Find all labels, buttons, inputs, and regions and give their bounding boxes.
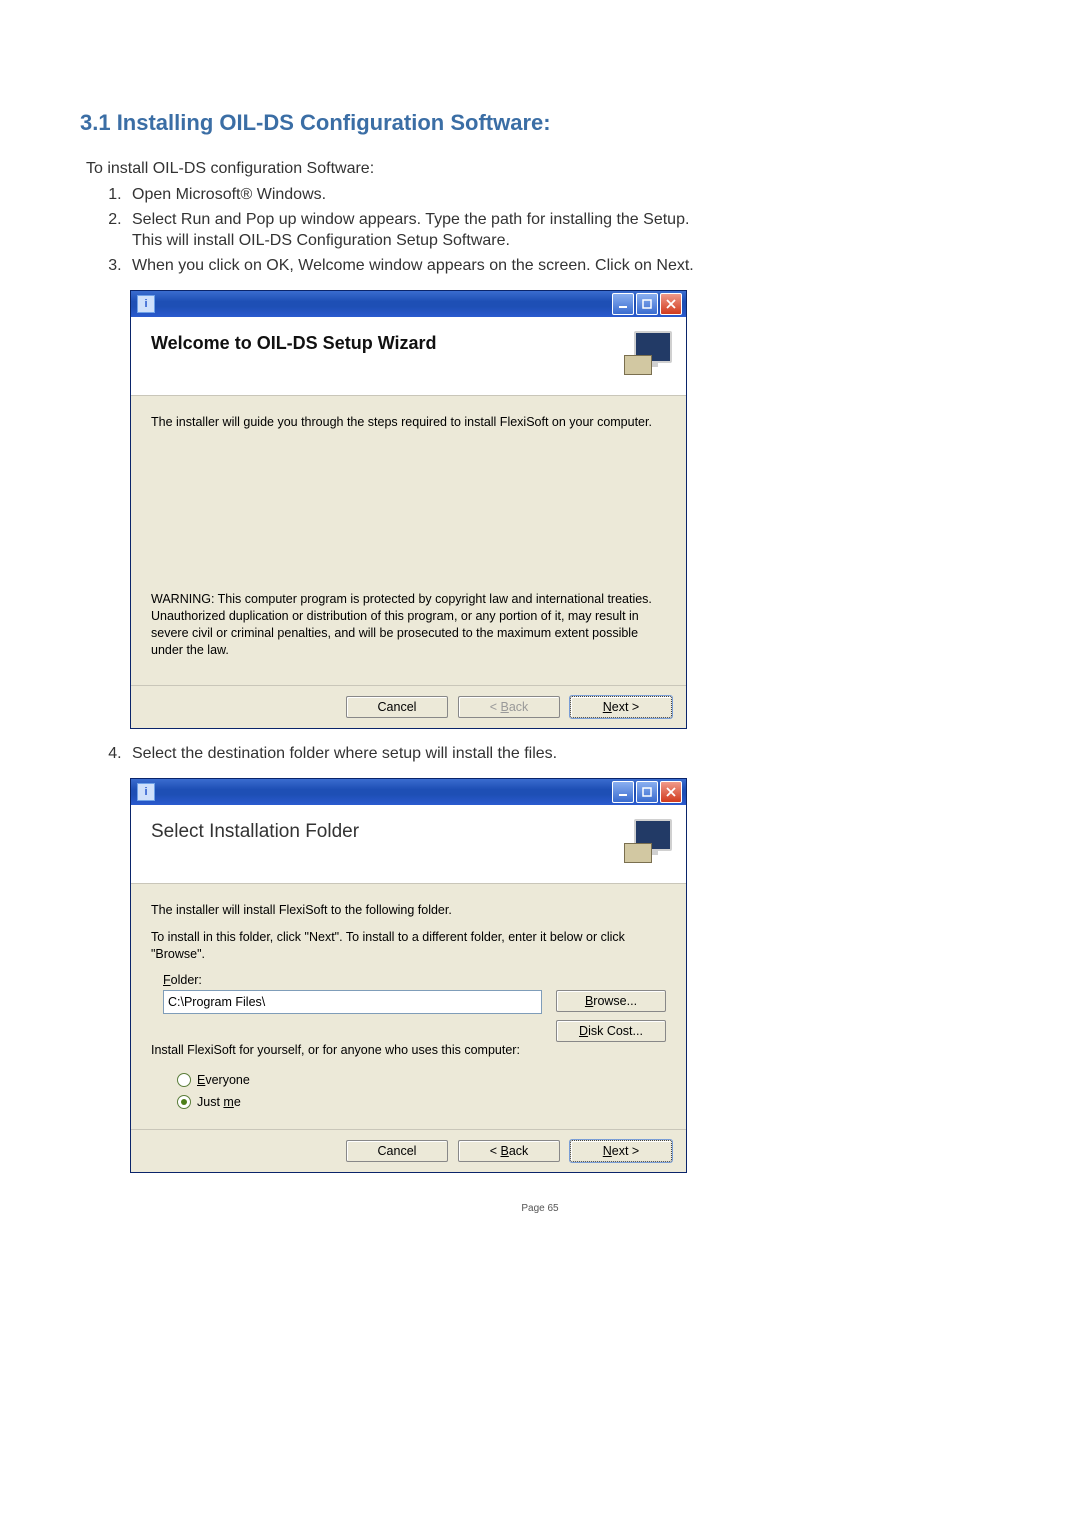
step-1: Open Microsoft® Windows. <box>126 184 1000 206</box>
intro-text: To install OIL-DS configuration Software… <box>86 160 1000 178</box>
step-3: When you click on OK, Welcome window app… <box>126 255 1000 277</box>
browse-button[interactable]: Browse... <box>556 990 666 1012</box>
page-number: Page 65 <box>80 1203 1000 1214</box>
close-button[interactable] <box>660 781 682 803</box>
body-text-1: The installer will install FlexiSoft to … <box>151 902 666 919</box>
radio-icon <box>177 1073 191 1087</box>
titlebar: i <box>131 779 686 805</box>
folder-label: Folder: <box>163 973 666 987</box>
banner-title: Select Installation Folder <box>151 821 359 843</box>
steps-list: Open Microsoft® Windows. Select Run and … <box>126 184 1000 276</box>
next-button[interactable]: Next > <box>570 1140 672 1162</box>
minimize-button[interactable] <box>612 781 634 803</box>
button-bar: Cancel < Back Next > <box>131 685 686 728</box>
body-text-2: To install in this folder, click "Next".… <box>151 929 666 963</box>
installer-logo-icon <box>624 327 674 375</box>
disk-cost-button[interactable]: Disk Cost... <box>556 1020 666 1042</box>
body-text-1: The installer will guide you through the… <box>151 414 666 431</box>
radio-icon <box>177 1095 191 1109</box>
titlebar: i <box>131 291 686 317</box>
maximize-button[interactable] <box>636 781 658 803</box>
folder-input[interactable] <box>163 990 542 1014</box>
back-button[interactable]: < Back <box>458 1140 560 1162</box>
section-heading: 3.1 Installing OIL-DS Configuration Soft… <box>80 110 1000 136</box>
install-for-radio-group: Everyone Just me <box>177 1073 666 1109</box>
installer-logo-icon <box>624 815 674 863</box>
dialog-body: The installer will guide you through the… <box>131 396 686 684</box>
step-2-line2: This will install OIL-DS Configuration S… <box>132 230 1000 252</box>
select-folder-dialog: i Select Installation Folder The install… <box>130 778 687 1173</box>
install-for-question: Install FlexiSoft for yourself, or for a… <box>151 1042 666 1059</box>
banner-title: Welcome to OIL-DS Setup Wizard <box>151 333 437 354</box>
cancel-button[interactable]: Cancel <box>346 1140 448 1162</box>
button-bar: Cancel < Back Next > <box>131 1129 686 1172</box>
warning-text: WARNING: This computer program is protec… <box>151 591 666 659</box>
step-2-line1: Select Run and Pop up window appears. Ty… <box>132 209 1000 231</box>
steps-list-2: Select the destination folder where setu… <box>126 743 1000 765</box>
step-4: Select the destination folder where setu… <box>126 743 1000 765</box>
banner: Welcome to OIL-DS Setup Wizard <box>131 317 686 396</box>
cancel-button[interactable]: Cancel <box>346 696 448 718</box>
next-button[interactable]: Next > <box>570 696 672 718</box>
dialog-body: The installer will install FlexiSoft to … <box>131 884 686 1129</box>
banner: Select Installation Folder <box>131 805 686 884</box>
minimize-button[interactable] <box>612 293 634 315</box>
welcome-dialog: i Welcome to OIL-DS Setup Wizard The ins… <box>130 290 687 728</box>
radio-everyone[interactable]: Everyone <box>177 1073 666 1087</box>
back-button: < Back <box>458 696 560 718</box>
maximize-button[interactable] <box>636 293 658 315</box>
step-2: Select Run and Pop up window appears. Ty… <box>126 209 1000 252</box>
app-icon: i <box>137 295 155 313</box>
radio-just-me[interactable]: Just me <box>177 1095 666 1109</box>
app-icon: i <box>137 783 155 801</box>
close-button[interactable] <box>660 293 682 315</box>
